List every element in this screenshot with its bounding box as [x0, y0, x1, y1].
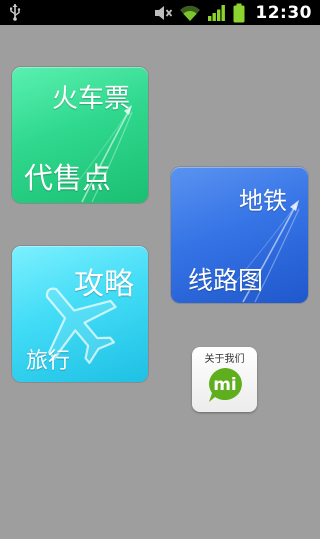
travel-guide-tile[interactable]: 攻略 旅行 [12, 246, 148, 382]
signal-icon [208, 4, 226, 21]
tile-subtitle: 线路图 [188, 266, 264, 295]
tile-subtitle: 代售点 [24, 161, 112, 195]
train-ticket-outlets-tile[interactable]: 火车票 代售点 [12, 67, 148, 203]
usb-icon [10, 4, 21, 21]
tile-subtitle: 旅行 [26, 349, 71, 374]
mi-logo-icon: mi [209, 368, 242, 402]
battery-icon [233, 3, 245, 22]
about-us-label: 关于我们 [204, 354, 245, 365]
tile-title: 地铁 [239, 187, 287, 215]
tile-title: 火车票 [52, 84, 131, 114]
mute-icon [155, 5, 173, 20]
metro-map-tile[interactable]: 地铁 线路图 [171, 167, 308, 303]
wifi-icon [180, 5, 201, 21]
clock: 12:30 [255, 2, 312, 23]
tile-title: 攻略 [74, 267, 134, 302]
status-bar: 12:30 [0, 0, 320, 25]
svg-text:mi: mi [213, 375, 237, 395]
about-us-button[interactable]: 关于我们 mi [192, 347, 257, 412]
